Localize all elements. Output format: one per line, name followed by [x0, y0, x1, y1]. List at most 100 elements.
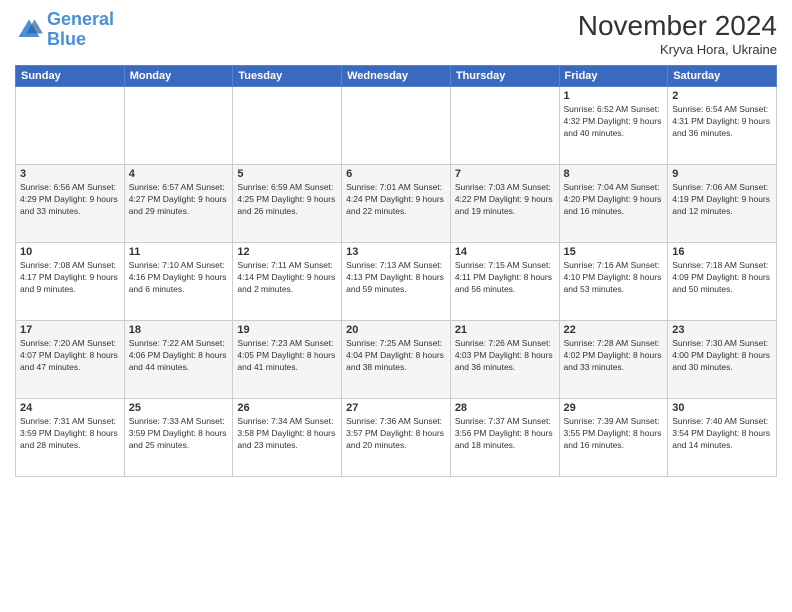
calendar-cell: 25 Sunrise: 7:33 AM Sunset: 3:59 PM Dayli…	[124, 399, 233, 477]
day-info: Sunrise: 7:40 AM Sunset: 3:54 PM Dayligh…	[672, 416, 772, 452]
calendar-cell: 20 Sunrise: 7:25 AM Sunset: 4:04 PM Dayli…	[342, 321, 451, 399]
page: General Blue November 2024 Kryva Hora, U…	[0, 0, 792, 612]
day-number: 2	[672, 90, 772, 102]
day-info: Sunrise: 7:22 AM Sunset: 4:06 PM Dayligh…	[129, 338, 229, 374]
day-info: Sunrise: 7:13 AM Sunset: 4:13 PM Dayligh…	[346, 260, 446, 296]
calendar-cell: 28Sunrise: 7:37 AM Sunset: 3:56 PM Dayli…	[450, 399, 559, 477]
day-info: Sunrise: 7:31 AM Sunset: 3:59 PM Dayligh…	[20, 416, 120, 452]
calendar-week-4: 24 Sunrise: 7:31 AM Sunset: 3:59 PM Dayli…	[16, 399, 777, 477]
day-number: 25	[129, 402, 229, 414]
day-info: Sunrise: 7:11 AM Sunset: 4:14 PM Dayligh…	[237, 260, 337, 296]
title-block: November 2024 Kryva Hora, Ukraine	[578, 10, 777, 57]
calendar-cell: 10Sunrise: 7:08 AM Sunset: 4:17 PM Dayli…	[16, 243, 125, 321]
day-info: Sunrise: 7:10 AM Sunset: 4:16 PM Dayligh…	[129, 260, 229, 296]
calendar-cell	[233, 87, 342, 165]
col-wednesday: Wednesday	[342, 66, 451, 87]
logo-text: General Blue	[47, 10, 114, 50]
day-info: Sunrise: 7:06 AM Sunset: 4:19 PM Dayligh…	[672, 182, 772, 218]
calendar-cell: 17 Sunrise: 7:20 AM Sunset: 4:07 PM Dayli…	[16, 321, 125, 399]
col-monday: Monday	[124, 66, 233, 87]
day-number: 14	[455, 246, 555, 258]
month-title: November 2024	[578, 10, 777, 42]
day-info: Sunrise: 7:36 AM Sunset: 3:57 PM Dayligh…	[346, 416, 446, 452]
day-info: Sunrise: 7:33 AM Sunset: 3:59 PM Dayligh…	[129, 416, 229, 452]
logo: General Blue	[15, 10, 114, 50]
day-number: 26	[237, 402, 337, 414]
day-number: 17	[20, 324, 120, 336]
calendar: Sunday Monday Tuesday Wednesday Thursday…	[15, 65, 777, 477]
calendar-cell: 18Sunrise: 7:22 AM Sunset: 4:06 PM Dayli…	[124, 321, 233, 399]
day-number: 29	[564, 402, 664, 414]
day-number: 16	[672, 246, 772, 258]
day-number: 21	[455, 324, 555, 336]
col-friday: Friday	[559, 66, 668, 87]
calendar-week-1: 3 Sunrise: 6:56 AM Sunset: 4:29 PM Daylig…	[16, 165, 777, 243]
location: Kryva Hora, Ukraine	[578, 42, 777, 57]
day-number: 28	[455, 402, 555, 414]
day-info: Sunrise: 7:03 AM Sunset: 4:22 PM Dayligh…	[455, 182, 555, 218]
day-info: Sunrise: 7:28 AM Sunset: 4:02 PM Dayligh…	[564, 338, 664, 374]
day-info: Sunrise: 7:34 AM Sunset: 3:58 PM Dayligh…	[237, 416, 337, 452]
day-number: 20	[346, 324, 446, 336]
day-number: 3	[20, 168, 120, 180]
day-number: 7	[455, 168, 555, 180]
day-number: 4	[129, 168, 229, 180]
calendar-cell: 11 Sunrise: 7:10 AM Sunset: 4:16 PM Dayli…	[124, 243, 233, 321]
day-info: Sunrise: 7:15 AM Sunset: 4:11 PM Dayligh…	[455, 260, 555, 296]
calendar-cell: 3 Sunrise: 6:56 AM Sunset: 4:29 PM Daylig…	[16, 165, 125, 243]
day-number: 24	[20, 402, 120, 414]
day-info: Sunrise: 7:18 AM Sunset: 4:09 PM Dayligh…	[672, 260, 772, 296]
day-number: 30	[672, 402, 772, 414]
day-number: 9	[672, 168, 772, 180]
col-thursday: Thursday	[450, 66, 559, 87]
calendar-cell: 30 Sunrise: 7:40 AM Sunset: 3:54 PM Dayli…	[668, 399, 777, 477]
calendar-cell: 26 Sunrise: 7:34 AM Sunset: 3:58 PM Dayli…	[233, 399, 342, 477]
day-number: 23	[672, 324, 772, 336]
day-number: 8	[564, 168, 664, 180]
day-number: 13	[346, 246, 446, 258]
calendar-cell: 12 Sunrise: 7:11 AM Sunset: 4:14 PM Dayli…	[233, 243, 342, 321]
day-number: 1	[564, 90, 664, 102]
calendar-cell: 21 Sunrise: 7:26 AM Sunset: 4:03 PM Dayli…	[450, 321, 559, 399]
day-info: Sunrise: 6:57 AM Sunset: 4:27 PM Dayligh…	[129, 182, 229, 218]
calendar-cell: 1 Sunrise: 6:52 AM Sunset: 4:32 PM Daylig…	[559, 87, 668, 165]
day-info: Sunrise: 7:39 AM Sunset: 3:55 PM Dayligh…	[564, 416, 664, 452]
calendar-week-0: 1 Sunrise: 6:52 AM Sunset: 4:32 PM Daylig…	[16, 87, 777, 165]
day-info: Sunrise: 7:23 AM Sunset: 4:05 PM Dayligh…	[237, 338, 337, 374]
calendar-cell	[124, 87, 233, 165]
day-info: Sunrise: 7:04 AM Sunset: 4:20 PM Dayligh…	[564, 182, 664, 218]
day-info: Sunrise: 7:01 AM Sunset: 4:24 PM Dayligh…	[346, 182, 446, 218]
col-tuesday: Tuesday	[233, 66, 342, 87]
calendar-cell: 2 Sunrise: 6:54 AM Sunset: 4:31 PM Daylig…	[668, 87, 777, 165]
day-info: Sunrise: 7:25 AM Sunset: 4:04 PM Dayligh…	[346, 338, 446, 374]
col-saturday: Saturday	[668, 66, 777, 87]
calendar-week-3: 17 Sunrise: 7:20 AM Sunset: 4:07 PM Dayli…	[16, 321, 777, 399]
calendar-cell: 14 Sunrise: 7:15 AM Sunset: 4:11 PM Dayli…	[450, 243, 559, 321]
day-number: 11	[129, 246, 229, 258]
calendar-cell: 27Sunrise: 7:36 AM Sunset: 3:57 PM Dayli…	[342, 399, 451, 477]
calendar-cell: 8 Sunrise: 7:04 AM Sunset: 4:20 PM Daylig…	[559, 165, 668, 243]
calendar-cell: 23Sunrise: 7:30 AM Sunset: 4:00 PM Dayli…	[668, 321, 777, 399]
logo-line1: General	[47, 9, 114, 29]
calendar-cell: 24 Sunrise: 7:31 AM Sunset: 3:59 PM Dayli…	[16, 399, 125, 477]
day-info: Sunrise: 7:16 AM Sunset: 4:10 PM Dayligh…	[564, 260, 664, 296]
day-number: 10	[20, 246, 120, 258]
day-info: Sunrise: 6:56 AM Sunset: 4:29 PM Dayligh…	[20, 182, 120, 218]
calendar-cell	[342, 87, 451, 165]
calendar-cell: 29 Sunrise: 7:39 AM Sunset: 3:55 PM Dayli…	[559, 399, 668, 477]
calendar-cell: 7 Sunrise: 7:03 AM Sunset: 4:22 PM Daylig…	[450, 165, 559, 243]
day-info: Sunrise: 6:54 AM Sunset: 4:31 PM Dayligh…	[672, 104, 772, 140]
calendar-header-row: Sunday Monday Tuesday Wednesday Thursday…	[16, 66, 777, 87]
header: General Blue November 2024 Kryva Hora, U…	[15, 10, 777, 57]
day-number: 6	[346, 168, 446, 180]
day-info: Sunrise: 7:26 AM Sunset: 4:03 PM Dayligh…	[455, 338, 555, 374]
day-number: 12	[237, 246, 337, 258]
calendar-week-2: 10Sunrise: 7:08 AM Sunset: 4:17 PM Dayli…	[16, 243, 777, 321]
calendar-cell: 6 Sunrise: 7:01 AM Sunset: 4:24 PM Daylig…	[342, 165, 451, 243]
day-number: 22	[564, 324, 664, 336]
calendar-cell: 4 Sunrise: 6:57 AM Sunset: 4:27 PM Daylig…	[124, 165, 233, 243]
day-info: Sunrise: 7:20 AM Sunset: 4:07 PM Dayligh…	[20, 338, 120, 374]
day-number: 15	[564, 246, 664, 258]
day-info: Sunrise: 6:52 AM Sunset: 4:32 PM Dayligh…	[564, 104, 664, 140]
day-info: Sunrise: 6:59 AM Sunset: 4:25 PM Dayligh…	[237, 182, 337, 218]
